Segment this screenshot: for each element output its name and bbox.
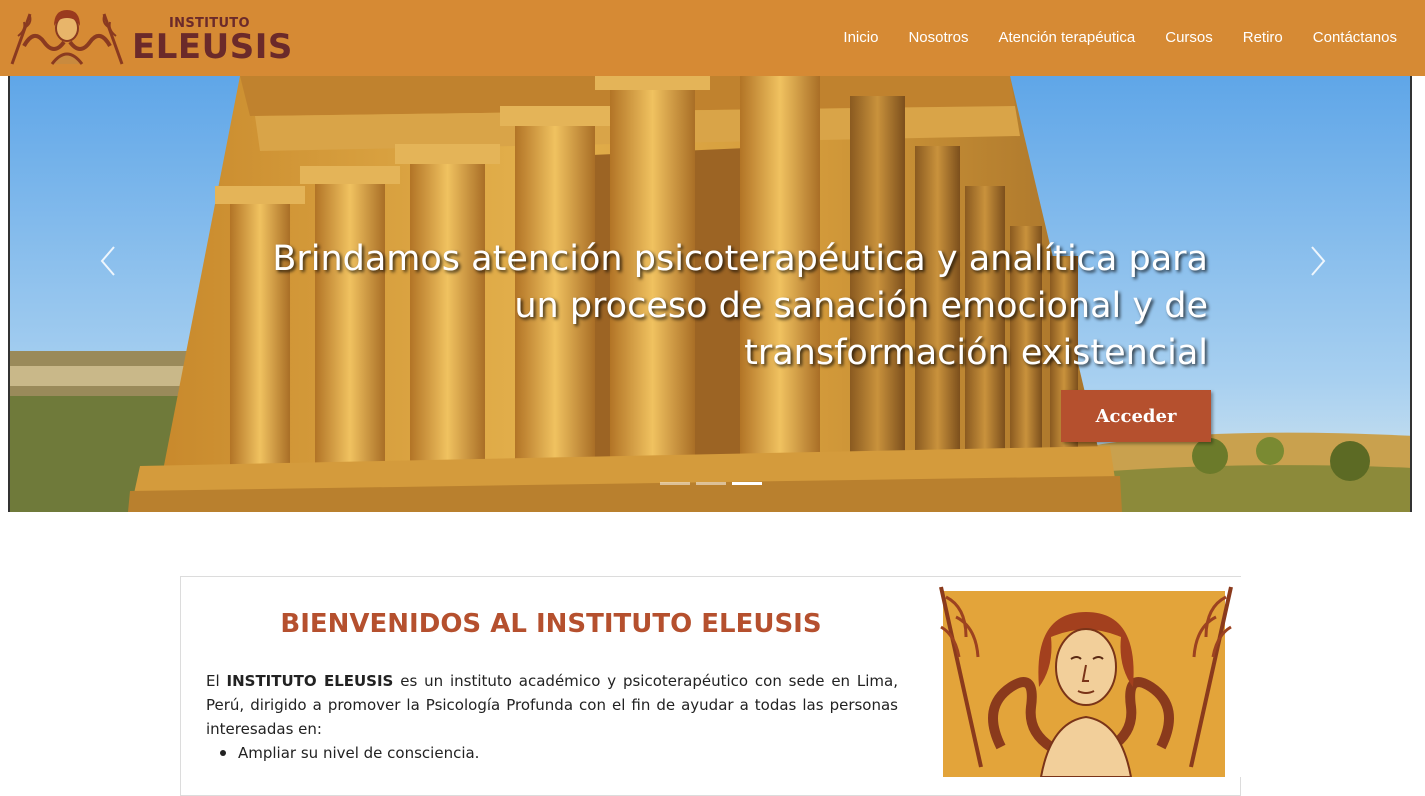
nav-menu: Inicio Nosotros Atención terapéutica Cur… — [843, 29, 1397, 46]
carousel-indicators — [660, 482, 762, 485]
nav-link-contactanos[interactable]: Contáctanos — [1313, 29, 1397, 46]
carousel-indicator-3[interactable] — [732, 482, 762, 485]
logo[interactable]: INSTITUTO ELEUSIS — [4, 6, 292, 70]
nav-link-nosotros[interactable]: Nosotros — [908, 29, 968, 46]
intro-prefix: El — [206, 672, 227, 690]
list-item: Ampliar su nivel de consciencia. — [219, 741, 479, 765]
nav-link-inicio[interactable]: Inicio — [843, 29, 878, 46]
nav-link-atencion-terapeutica[interactable]: Atención terapéutica — [998, 29, 1135, 46]
welcome-title: BIENVENIDOS AL INSTITUTO ELEUSIS — [280, 609, 822, 639]
hero-caption-line-3: transformación existencial — [744, 333, 1208, 373]
goddess-emblem-icon — [4, 8, 130, 66]
welcome-card: BIENVENIDOS AL INSTITUTO ELEUSIS El INST… — [180, 576, 1241, 796]
carousel-indicator-2[interactable] — [696, 482, 726, 485]
carousel-prev-button[interactable] — [94, 241, 124, 281]
intro-bold: INSTITUTO ELEUSIS — [226, 672, 394, 690]
hero-caption-line-1: Brindamos atención psicoterapéutica y an… — [272, 239, 1208, 279]
hero-caption-line-2: un proceso de sanación emocional y de — [514, 286, 1208, 326]
carousel-indicator-1[interactable] — [660, 482, 690, 485]
goddess-illustration — [921, 577, 1241, 777]
welcome-intro: El INSTITUTO ELEUSIS es un instituto aca… — [206, 669, 898, 741]
logo-big-text: ELEUSIS — [132, 27, 293, 67]
navbar: INSTITUTO ELEUSIS Inicio Nosotros Atenci… — [0, 0, 1425, 76]
acceder-button[interactable]: Acceder — [1061, 390, 1211, 442]
carousel-next-button[interactable] — [1302, 241, 1332, 281]
welcome-bullets: Ampliar su nivel de consciencia. — [219, 741, 479, 765]
chevron-right-icon — [1311, 246, 1326, 276]
nav-link-retiro[interactable]: Retiro — [1243, 29, 1283, 46]
chevron-left-icon — [100, 246, 115, 276]
hero-caption: Brindamos atención psicoterapéutica y an… — [208, 236, 1208, 377]
hero-carousel: Brindamos atención psicoterapéutica y an… — [8, 76, 1412, 512]
nav-link-cursos[interactable]: Cursos — [1165, 29, 1213, 46]
